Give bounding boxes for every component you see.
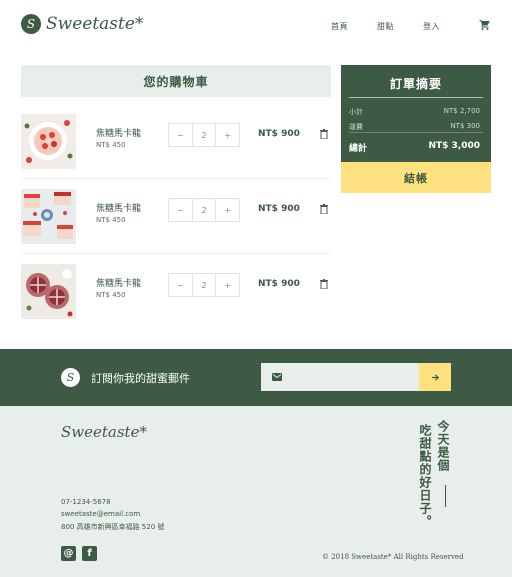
product-image [21,189,76,244]
total-value: NT$ 3,000 [428,141,480,151]
subtotal-label: 小計 [349,108,363,116]
subtotal-value: NT$ 2,700 [443,107,480,115]
shipping-label: 運費 [349,123,363,131]
subtotal-row: 小計 NT$ 2,700 [349,107,480,117]
cart-item: 焦糖馬卡龍 NT$ 450 − 2 + NT$ 900 [21,189,331,245]
shipping-value: NT$ 300 [450,122,480,130]
item-total: NT$ 900 [258,279,300,289]
increase-button[interactable]: + [216,124,239,146]
slogan-divider [445,485,446,507]
quantity-value[interactable]: 2 [191,124,217,146]
email-input[interactable] [261,363,419,391]
decrease-button[interactable]: − [169,274,192,296]
total-label: 總計 [349,144,368,154]
divider [21,178,331,179]
item-name: 焦糖馬卡龍 [96,129,142,139]
item-unit-price: NT$ 450 [96,216,126,224]
increase-button[interactable]: + [216,274,239,296]
logo-text: Sweetaste* [46,14,144,34]
logo-mark-icon: S [21,14,41,34]
facebook-icon[interactable]: f [82,546,97,561]
subscribe-submit-button[interactable] [419,363,451,391]
subscribe-text: 訂閱你我的甜蜜郵件 [91,372,190,385]
slogan-line-2: 吃甜點的好日子。 [418,424,432,528]
trash-icon[interactable] [320,129,328,139]
mail-icon [272,373,282,381]
footer-logo[interactable]: Sweetaste* [61,423,147,441]
quantity-stepper: − 2 + [168,273,240,297]
slogan-line-1: 今天是個 [436,420,450,472]
footer-address: 800 高雄市新興區幸福路 520 號 [61,523,165,531]
nav-desserts-link[interactable]: 甜點 [377,21,394,32]
trash-icon[interactable] [320,204,328,214]
header: S Sweetaste* 首頁 甜點 登入 [0,0,512,50]
cart-item: 焦糖馬卡龍 NT$ 450 − 2 + NT$ 900 [21,264,331,320]
item-unit-price: NT$ 450 [96,141,126,149]
footer: Sweetaste* 07-1234-5678 sweetaste@email.… [0,406,512,577]
order-summary: 訂單摘要 小計 NT$ 2,700 運費 NT$ 300 總計 NT$ 3,00… [341,65,491,162]
divider [349,132,483,133]
total-row: 總計 NT$ 3,000 [349,141,480,154]
arrow-right-icon [431,373,439,381]
checkout-button[interactable]: 結帳 [341,162,491,193]
logo[interactable]: S Sweetaste* [21,14,143,34]
quantity-stepper: − 2 + [168,123,240,147]
shipping-row: 運費 NT$ 300 [349,122,480,132]
footer-email[interactable]: sweetaste@email.com [61,510,140,518]
summary-title: 訂單摘要 [389,77,442,91]
instagram-icon[interactable]: @ [61,546,76,561]
cart-title: 您的購物車 [21,65,331,97]
trash-icon[interactable] [320,279,328,289]
increase-button[interactable]: + [216,199,239,221]
divider [349,97,483,98]
quantity-stepper: − 2 + [168,198,240,222]
copyright: © 2018 Sweetaste* All Rights Reserved [322,553,464,561]
item-name: 焦糖馬卡龍 [96,279,142,289]
decrease-button[interactable]: − [169,199,192,221]
divider [21,253,331,254]
item-unit-price: NT$ 450 [96,291,126,299]
nav-home-link[interactable]: 首頁 [331,21,348,32]
item-name: 焦糖馬卡龍 [96,204,142,214]
logo-mark-icon: S [61,368,80,387]
footer-phone: 07-1234-5678 [61,498,111,506]
quantity-value[interactable]: 2 [191,274,217,296]
shopping-cart-icon[interactable] [479,19,491,31]
item-total: NT$ 900 [258,204,300,214]
item-total: NT$ 900 [258,129,300,139]
nav-login-link[interactable]: 登入 [423,21,440,32]
product-image [21,264,76,319]
product-image [21,114,76,169]
quantity-value[interactable]: 2 [191,199,217,221]
decrease-button[interactable]: − [169,124,192,146]
cart-item: 焦糖馬卡龍 NT$ 450 − 2 + NT$ 900 [21,114,331,170]
